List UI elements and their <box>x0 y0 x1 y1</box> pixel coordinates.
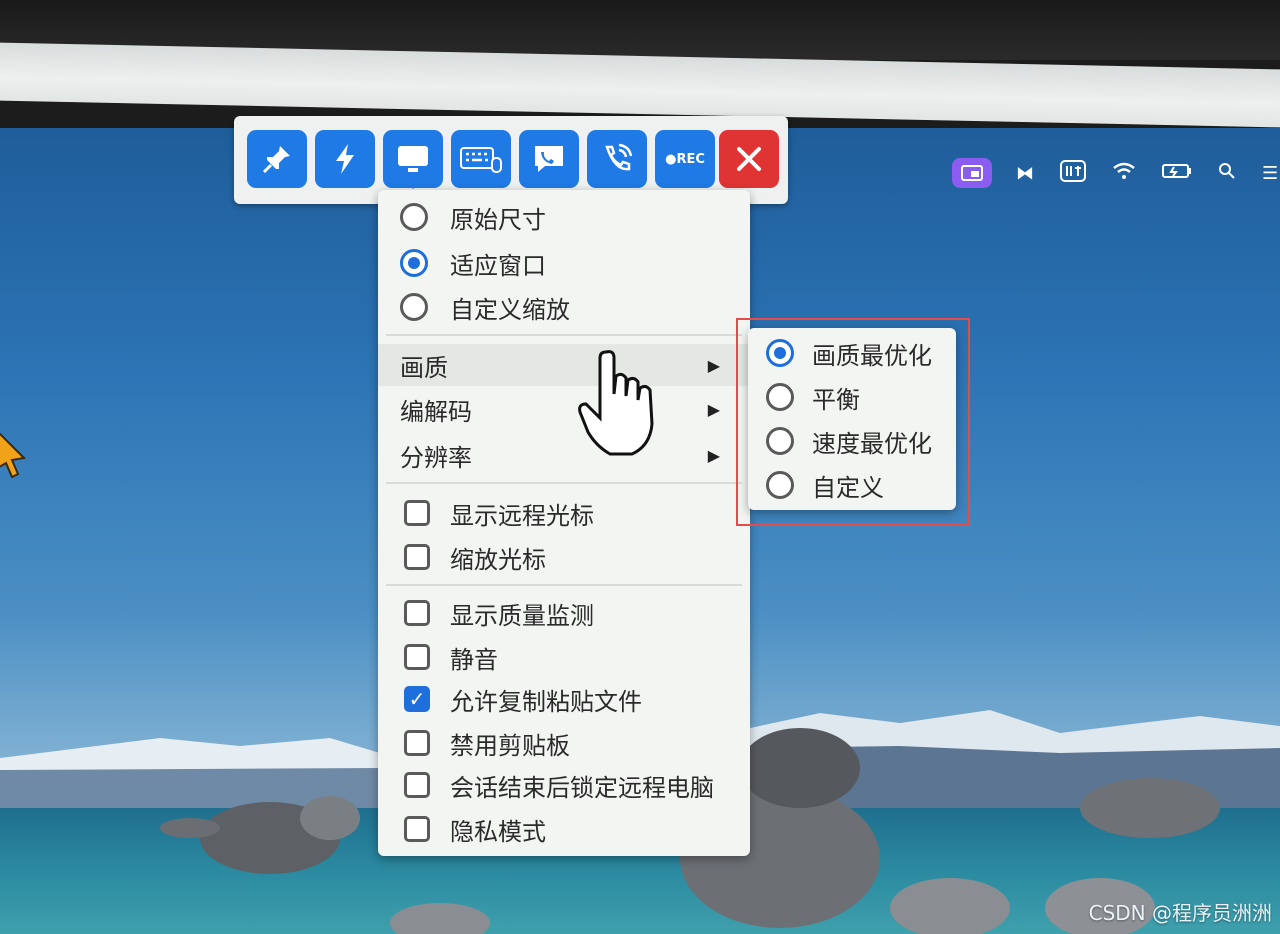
display-options-menu: 原始尺寸 适应窗口 自定义缩放 画质 ▶ 编解码 ▶ 分辨率 ▶ 显示远程光标 … <box>378 190 750 856</box>
transfer-icon[interactable]: ⧓ <box>1016 163 1034 184</box>
radio-selected-icon <box>400 249 428 277</box>
chevron-right-icon: ▶ <box>707 399 720 419</box>
menu-item-label: 会话结束后锁定远程电脑 <box>450 773 714 802</box>
menu-separator <box>386 584 742 586</box>
menu-item-label: 画质 <box>400 353 448 382</box>
menu-item-resolution[interactable]: 分辨率 ▶ <box>378 434 750 476</box>
input-method-icon[interactable] <box>1060 159 1086 187</box>
record-icon: ●REC <box>665 151 705 167</box>
control-center-icon[interactable]: ☰ <box>1262 163 1278 184</box>
menu-item-label: 隐私模式 <box>450 817 546 846</box>
radio-icon <box>400 293 428 321</box>
chat-button[interactable] <box>519 130 579 188</box>
menu-item-label: 缩放光标 <box>450 545 546 574</box>
pin-icon <box>262 146 290 174</box>
menu-item-show-remote-cursor[interactable]: 显示远程光标 <box>378 492 750 534</box>
checkbox-icon <box>404 772 430 798</box>
menu-item-label: 分辨率 <box>400 443 472 472</box>
menu-item-label: 原始尺寸 <box>450 205 546 234</box>
checkbox-icon <box>404 544 430 570</box>
watermark: CSDN @程序员洲洲 <box>1088 901 1272 925</box>
checkbox-icon <box>404 816 430 842</box>
menu-item-quality-monitor[interactable]: 显示质量监测 <box>378 592 750 634</box>
close-icon <box>737 147 761 171</box>
remote-session-icon[interactable] <box>952 158 992 188</box>
menu-item-lock-after-session[interactable]: 会话结束后锁定远程电脑 <box>378 764 750 806</box>
menu-item-quality[interactable]: 画质 ▶ <box>378 344 750 386</box>
status-bar: ⧓ ☰ <box>952 155 1280 191</box>
menu-item-fit-window[interactable]: 适应窗口 <box>378 242 750 284</box>
menu-item-privacy-mode[interactable]: 隐私模式 <box>378 808 750 850</box>
menu-item-label: 编解码 <box>400 397 472 426</box>
display-button[interactable] <box>383 130 443 189</box>
menu-item-label: 显示远程光标 <box>450 501 594 530</box>
menu-item-custom-scale[interactable]: 自定义缩放 <box>378 286 750 328</box>
menu-item-scale-cursor[interactable]: 缩放光标 <box>378 536 750 578</box>
radio-icon <box>400 203 428 231</box>
phone-call-icon <box>605 143 633 171</box>
checkbox-icon <box>404 500 430 526</box>
menu-item-label: 显示质量监测 <box>450 601 594 630</box>
wifi-icon[interactable] <box>1112 162 1136 185</box>
menu-item-mute[interactable]: 静音 <box>378 636 750 678</box>
search-icon[interactable] <box>1218 162 1236 185</box>
mouse-cursor-icon <box>0 432 27 479</box>
menu-separator <box>386 334 742 336</box>
call-button[interactable] <box>587 130 647 188</box>
menu-item-original-size[interactable]: 原始尺寸 <box>378 196 750 238</box>
chevron-right-icon: ▶ <box>707 355 720 375</box>
checkbox-icon <box>404 730 430 756</box>
checkbox-checked-icon: ✓ <box>404 686 430 712</box>
hand-pointer-icon <box>578 350 654 456</box>
menu-item-label: 静音 <box>450 645 498 674</box>
pin-button[interactable] <box>247 130 307 188</box>
close-button[interactable] <box>719 130 779 188</box>
monitor-icon <box>398 146 428 172</box>
chevron-right-icon: ▶ <box>707 445 720 465</box>
battery-icon[interactable] <box>1162 163 1192 184</box>
keyboard-mouse-icon <box>460 147 502 173</box>
keyboard-button[interactable] <box>451 130 511 188</box>
annotation-highlight-box <box>736 318 970 526</box>
menu-item-label: 适应窗口 <box>450 251 546 280</box>
menu-item-label: 自定义缩放 <box>450 295 570 324</box>
menu-item-allow-copy-paste-files[interactable]: ✓ 允许复制粘贴文件 <box>378 678 750 720</box>
phone-chat-icon <box>535 146 563 172</box>
checkbox-icon <box>404 644 430 670</box>
menu-item-disable-clipboard[interactable]: 禁用剪贴板 <box>378 722 750 764</box>
checkbox-icon <box>404 600 430 626</box>
lightning-icon <box>336 144 354 174</box>
menu-item-codec[interactable]: 编解码 ▶ <box>378 388 750 430</box>
menu-item-label: 禁用剪贴板 <box>450 731 570 760</box>
record-button[interactable]: ●REC <box>655 130 715 188</box>
menu-item-label: 允许复制粘贴文件 <box>450 687 642 716</box>
lightning-button[interactable] <box>315 130 375 188</box>
menu-separator <box>386 482 742 484</box>
